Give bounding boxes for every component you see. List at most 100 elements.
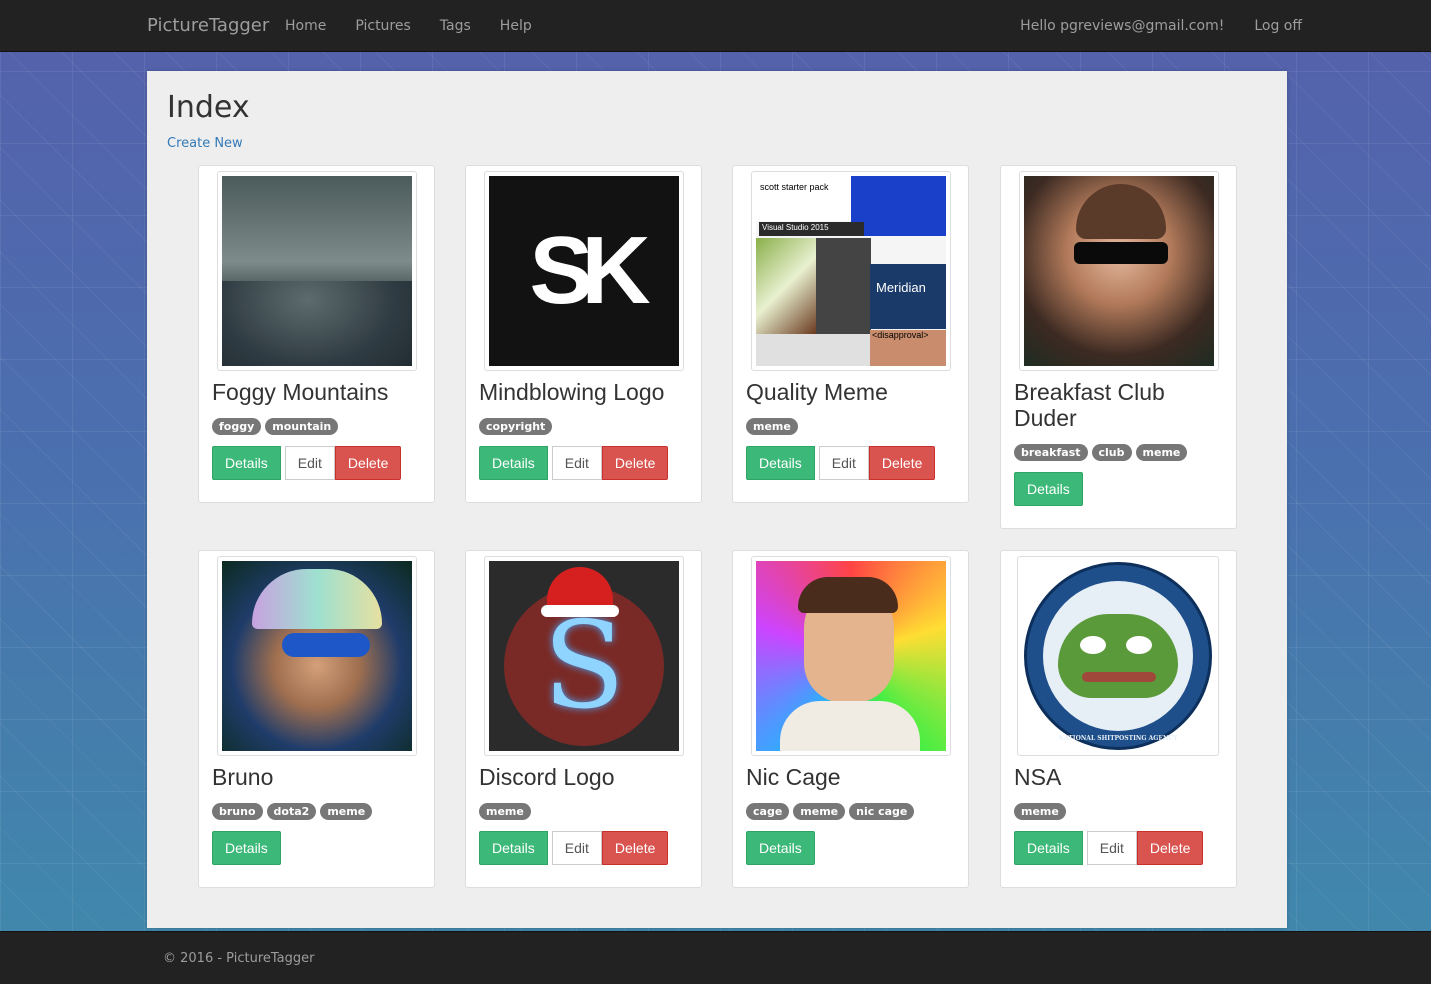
create-new-link[interactable]: Create New — [167, 136, 243, 151]
tag-badge[interactable]: mountain — [265, 418, 339, 435]
user-greeting-link[interactable]: Hello pgreviews@gmail.com! — [1020, 18, 1224, 34]
picture-card: SK Mindblowing Logo copyright Details Ed… — [465, 165, 702, 503]
details-button[interactable]: Details — [479, 446, 548, 480]
card-actions: Details — [212, 831, 281, 865]
picture-card: Breakfast Club Duder breakfast club meme… — [1000, 165, 1237, 529]
picture-card: Bruno bruno dota2 meme Details — [198, 550, 435, 888]
picture-thumbnail[interactable] — [751, 556, 951, 756]
picture-title: Foggy Mountains — [212, 379, 389, 405]
nav-home-link[interactable]: Home — [285, 18, 326, 34]
picture-thumbnail[interactable]: scott starter pack Visual Studio 2015 Me… — [751, 171, 951, 371]
tag-badge[interactable]: meme — [1135, 444, 1188, 461]
tag-list: breakfast club meme — [1014, 444, 1188, 461]
nav-tags-link[interactable]: Tags — [440, 18, 471, 34]
picture-thumbnail[interactable]: NATIONAL SHITPOSTING AGENCY — [1017, 556, 1219, 756]
tag-list: meme — [746, 418, 798, 435]
logo-image-icon: SK — [489, 176, 679, 366]
page-footer: © 2016 - PictureTagger — [0, 931, 1431, 984]
portrait-image-icon — [222, 561, 412, 751]
portrait-image-icon — [756, 561, 946, 751]
picture-thumbnail[interactable] — [1019, 171, 1219, 371]
nav-pictures-link[interactable]: Pictures — [355, 18, 410, 34]
nav-help-link[interactable]: Help — [500, 18, 532, 34]
tag-badge[interactable]: dota2 — [266, 803, 317, 820]
picture-card: scott starter pack Visual Studio 2015 Me… — [732, 165, 969, 503]
card-actions: Details Edit Delete — [479, 446, 669, 480]
picture-title: Discord Logo — [479, 764, 615, 790]
seal-caption: NATIONAL SHITPOSTING AGENCY — [1058, 735, 1178, 742]
edit-button[interactable]: Edit — [818, 446, 869, 480]
card-actions: Details Edit Delete — [479, 831, 669, 865]
picture-thumbnail[interactable]: S — [484, 556, 684, 756]
tag-list: copyright — [479, 418, 553, 435]
delete-button[interactable]: Delete — [601, 446, 669, 480]
tag-list: meme — [1014, 803, 1066, 820]
edit-button[interactable]: Edit — [1086, 831, 1137, 865]
picture-card: Nic Cage cage meme nic cage Details — [732, 550, 969, 888]
picture-title: Bruno — [212, 764, 274, 790]
delete-button[interactable]: Delete — [1136, 831, 1204, 865]
delete-button[interactable]: Delete — [601, 831, 669, 865]
nav-links: Home Pictures Tags Help — [285, 18, 561, 34]
tag-badge[interactable]: breakfast — [1014, 444, 1088, 461]
tag-list: bruno dota2 meme — [212, 803, 373, 820]
tag-badge[interactable]: copyright — [479, 418, 553, 435]
meme-caption: scott starter pack — [756, 176, 851, 221]
card-actions: Details Edit Delete — [212, 446, 402, 480]
edit-button[interactable]: Edit — [551, 446, 602, 480]
picture-thumbnail[interactable] — [217, 556, 417, 756]
card-actions: Details Edit Delete — [746, 446, 936, 480]
details-button[interactable]: Details — [479, 831, 548, 865]
page-title: Index — [167, 90, 250, 125]
copyright-text: © 2016 - PictureTagger — [163, 951, 315, 966]
nav-user-area: Hello pgreviews@gmail.com! Log off — [990, 18, 1302, 34]
tag-badge[interactable]: cage — [746, 803, 790, 820]
logo-image-icon: S — [489, 561, 679, 751]
portrait-image-icon — [1024, 176, 1214, 366]
picture-card: Foggy Mountains foggy mountain Details E… — [198, 165, 435, 503]
picture-title: Nic Cage — [746, 764, 841, 790]
edit-button[interactable]: Edit — [551, 831, 602, 865]
details-button[interactable]: Details — [1014, 831, 1083, 865]
delete-button[interactable]: Delete — [868, 446, 936, 480]
tag-badge[interactable]: meme — [793, 803, 846, 820]
landscape-image-icon — [222, 176, 412, 366]
tag-badge[interactable]: foggy — [212, 418, 262, 435]
picture-title: Breakfast Club Duder — [1014, 379, 1165, 431]
picture-title: Quality Meme — [746, 379, 888, 405]
picture-title: NSA — [1014, 764, 1062, 790]
tag-list: cage meme nic cage — [746, 803, 915, 820]
card-actions: Details Edit Delete — [1014, 831, 1204, 865]
details-button[interactable]: Details — [746, 831, 815, 865]
tag-badge[interactable]: meme — [1014, 803, 1066, 820]
picture-card: S Discord Logo meme Details Edit Delete — [465, 550, 702, 888]
details-button[interactable]: Details — [746, 446, 815, 480]
tag-badge[interactable]: bruno — [212, 803, 263, 820]
tag-list: foggy mountain — [212, 418, 339, 435]
meme-caption: Visual Studio 2015 — [759, 222, 864, 236]
logoff-link[interactable]: Log off — [1254, 18, 1302, 34]
tag-badge[interactable]: meme — [746, 418, 798, 435]
tag-badge[interactable]: meme — [479, 803, 531, 820]
top-navbar: PictureTagger Home Pictures Tags Help He… — [0, 0, 1431, 52]
details-button[interactable]: Details — [212, 446, 281, 480]
meme-caption: <disapproval> — [870, 330, 946, 366]
tag-list: meme — [479, 803, 531, 820]
seal-image-icon: NATIONAL SHITPOSTING AGENCY — [1022, 561, 1214, 751]
meme-collage-image-icon: scott starter pack Visual Studio 2015 Me… — [756, 176, 946, 366]
edit-button[interactable]: Edit — [284, 446, 335, 480]
details-button[interactable]: Details — [1014, 472, 1083, 506]
picture-thumbnail[interactable] — [217, 171, 417, 371]
card-actions: Details — [1014, 472, 1083, 506]
tag-badge[interactable]: nic cage — [849, 803, 915, 820]
meme-caption: Meridian — [870, 264, 946, 329]
details-button[interactable]: Details — [212, 831, 281, 865]
card-actions: Details — [746, 831, 815, 865]
brand-link[interactable]: PictureTagger — [147, 15, 269, 36]
picture-card: NATIONAL SHITPOSTING AGENCY NSA meme Det… — [1000, 550, 1237, 888]
tag-badge[interactable]: club — [1091, 444, 1132, 461]
delete-button[interactable]: Delete — [334, 446, 402, 480]
tag-badge[interactable]: meme — [320, 803, 373, 820]
main-container: Index Create New Foggy Mountains foggy m… — [147, 71, 1287, 928]
picture-thumbnail[interactable]: SK — [484, 171, 684, 371]
